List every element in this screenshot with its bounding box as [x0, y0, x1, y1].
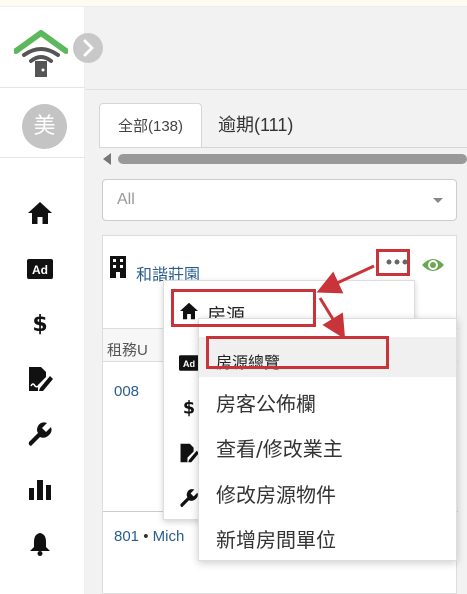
filter-select-value: All [117, 191, 135, 208]
property-submenu: 房源總覽 房客公佈欄 查看/修改業主 修改房源物件 新增房間單位 [198, 318, 457, 561]
ellipsis-icon [386, 259, 408, 265]
svg-text:$: $ [32, 312, 47, 336]
tab-overdue[interactable]: 逾期(111) [218, 103, 293, 148]
top-header [85, 7, 467, 90]
menu-item-label: 查看/修改業主 [216, 437, 343, 461]
bar-chart-icon[interactable] [25, 475, 55, 503]
unit-link[interactable]: 801 • Mich [114, 528, 184, 545]
ad-icon[interactable]: Ad [25, 255, 55, 283]
home-icon [179, 301, 199, 321]
home-icon[interactable] [25, 199, 55, 227]
sidebar-divider [0, 157, 85, 158]
avatar[interactable]: 美 [22, 104, 67, 149]
sidebar-divider [0, 87, 85, 88]
menu-item-add-unit[interactable]: 新增房間單位 [199, 513, 456, 557]
dollar-icon: $ [179, 397, 199, 418]
menu-item-property-overview[interactable]: 房源總覽 [199, 337, 456, 377]
filter-select[interactable]: All [102, 179, 457, 221]
wrench-icon [179, 488, 199, 508]
caret-down-icon [433, 198, 443, 203]
menu-item-label: 房源總覽 [216, 353, 281, 372]
horizontal-scrollbar[interactable] [118, 154, 467, 164]
menu-item-label: 修改房源物件 [216, 483, 336, 507]
more-options-button[interactable] [382, 251, 412, 277]
menu-item-tenant-bulletin[interactable]: 房客公佈欄 [199, 377, 456, 421]
ad-icon: Ad [179, 353, 199, 373]
menu-item-label: 新增房間單位 [216, 528, 336, 552]
chevron-right-icon [83, 39, 94, 57]
bell-icon[interactable] [25, 530, 55, 558]
dollar-icon[interactable]: $ [25, 309, 55, 337]
scroll-left-arrow[interactable] [103, 153, 111, 165]
tab-all[interactable]: 全部(138) [99, 103, 202, 148]
separator-dot: • [139, 528, 153, 545]
sidebar: 美 Ad $ [0, 7, 85, 594]
unit-link[interactable]: 008 [114, 383, 139, 400]
unit-number: 801 [114, 528, 140, 545]
collapse-sidebar-button[interactable] [73, 33, 103, 63]
logo-icon[interactable] [14, 29, 68, 79]
wrench-icon[interactable] [25, 420, 55, 448]
menu-item-edit-property[interactable]: 修改房源物件 [199, 468, 456, 512]
eye-icon[interactable] [421, 256, 445, 274]
menu-item-view-edit-owner[interactable]: 查看/修改業主 [199, 422, 456, 466]
svg-text:Ad: Ad [32, 263, 48, 277]
signature-icon [179, 443, 199, 463]
tenant-name: Mich [152, 528, 185, 545]
top-strip [0, 0, 467, 7]
svg-text:Ad: Ad [183, 359, 196, 369]
tab-divider [99, 147, 467, 148]
building-icon [110, 256, 126, 278]
signature-icon[interactable] [25, 365, 55, 393]
svg-text:$: $ [183, 398, 195, 418]
menu-item-label: 房客公佈欄 [216, 392, 316, 416]
